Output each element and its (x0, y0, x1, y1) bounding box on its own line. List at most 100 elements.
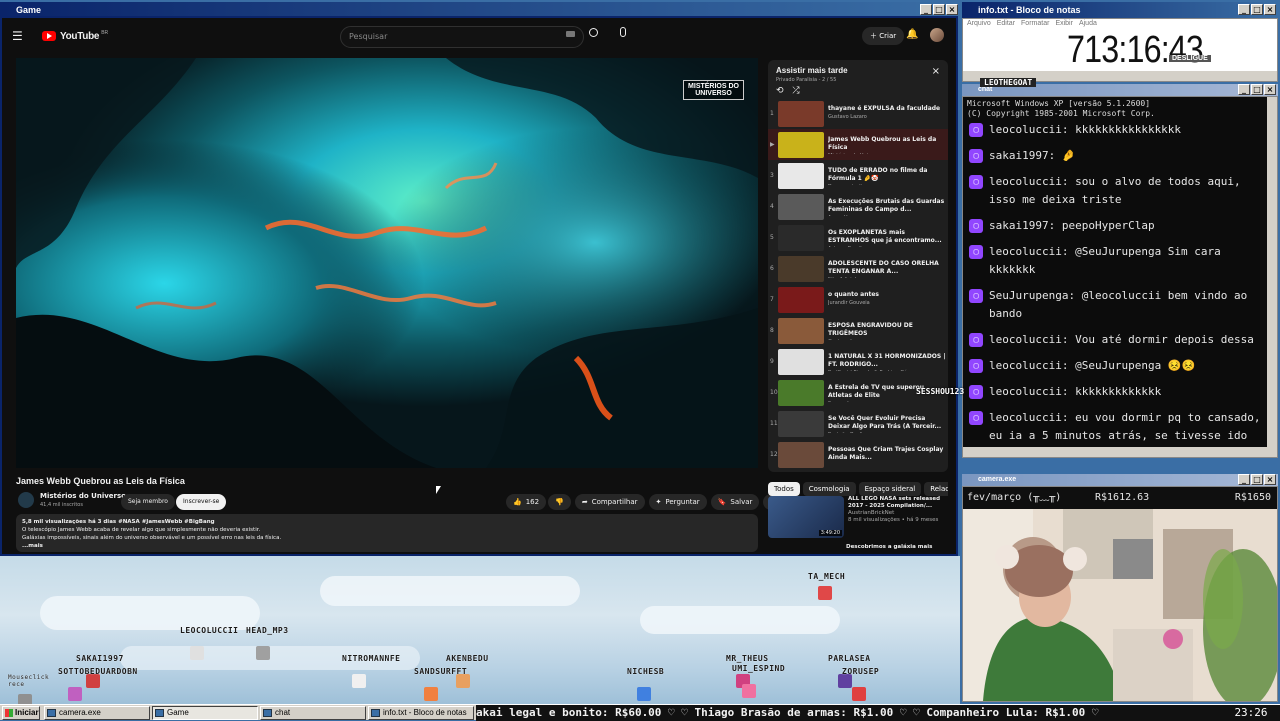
notepad-close-button[interactable]: × (1264, 4, 1276, 15)
playlist-item-channel: Jurandir Gouveia (828, 299, 870, 306)
dislike-button[interactable]: 👎 (548, 494, 571, 510)
notepad-titlebar[interactable]: info.txt - Bloco de notas _ □ × (962, 2, 1278, 18)
game-player-name: LEOCOLUCCII (180, 626, 239, 635)
notepad-menu-item[interactable]: Arquivo (967, 20, 991, 27)
camera-close-button[interactable]: × (1264, 474, 1276, 485)
taskbar-task[interactable]: Game (152, 706, 258, 720)
playlist-item-thumbnail[interactable] (778, 224, 824, 251)
maximize-button[interactable]: □ (933, 4, 945, 15)
chat-minimize-button[interactable]: _ (1238, 84, 1250, 95)
game-player-sprite (190, 646, 204, 660)
game-player-sprite (86, 674, 100, 688)
close-playlist-icon[interactable]: × (932, 66, 940, 77)
channel-name[interactable]: Mistérios do Universo (40, 492, 126, 500)
stream-game-area: TA_MECH LEOCOLUCCII HEAD_MP3 SAKAI1997 SOTTO… (0, 556, 960, 704)
notepad-maximize-button[interactable]: □ (1251, 4, 1263, 15)
save-button[interactable]: 🔖 Salvar (710, 494, 760, 510)
filter-chip[interactable]: Espaço sideral (858, 482, 922, 496)
taskbar-task[interactable]: camera.exe (44, 706, 150, 720)
playlist-item-thumbnail[interactable] (778, 379, 824, 406)
camera-titlebar[interactable]: camera.exe _ □ × (962, 474, 1278, 486)
notepad-menu-item[interactable]: Editar (997, 20, 1015, 27)
join-button[interactable]: Seja membro (121, 494, 175, 510)
notepad-minimize-button[interactable]: _ (1238, 4, 1250, 15)
search-input[interactable]: Pesquisar (340, 26, 584, 48)
youtube-brand[interactable]: YouTube (60, 31, 100, 42)
bell-icon[interactable]: 🔔 (906, 29, 918, 40)
playlist-item-thumbnail[interactable] (778, 193, 824, 220)
share-label: Compartilhar (591, 498, 638, 506)
avatar[interactable] (930, 28, 944, 42)
video-player[interactable]: MISTÉRIOS DO UNIVERSO (16, 58, 758, 468)
notepad-menu-item[interactable]: Formatar (1021, 20, 1049, 27)
playlist-item-thumbnail[interactable] (778, 100, 824, 127)
playlist-item[interactable]: 1 thayane é EXPULSA da faculdade Gustavo L… (768, 98, 948, 129)
chat-message-text: leocoluccii: eu vou dormir pq to cansado… (989, 411, 1261, 441)
chat-hscrollbar[interactable] (963, 447, 1277, 457)
playlist-item-thumbnail[interactable] (778, 348, 824, 375)
notepad-menu-item[interactable]: Ajuda (1079, 20, 1097, 27)
playlist-item[interactable]: 6 ADOLESCENTE DO CASO ORELHA TENTA ENGANA… (768, 253, 948, 284)
playlist-item[interactable]: 9 1 NATURAL X 31 HORMONIZADOS | FT. RODRI… (768, 346, 948, 377)
playlist-item-text: 1 NATURAL X 31 HORMONIZADOS | FT. RODRIG… (828, 353, 948, 371)
camera-minimize-button[interactable]: _ (1238, 474, 1250, 485)
playlist-item-channel: Ago e Horrors (828, 214, 948, 216)
playlist-item-thumbnail[interactable] (778, 441, 824, 468)
camera-maximize-button[interactable]: □ (1251, 474, 1263, 485)
playlist-item-text: Os EXOPLANETAS mais ESTRANHOS que já enc… (828, 229, 948, 247)
like-button[interactable]: 👍 162 (506, 494, 547, 510)
playlist-item-thumbnail[interactable] (778, 162, 824, 189)
playlist-item-channel: Documentaril (828, 183, 948, 185)
youtube-logo-icon[interactable] (42, 31, 56, 41)
rec-thumbnail[interactable]: 3:49:20 (768, 496, 844, 538)
bookmark-icon: 🔖 (717, 498, 727, 506)
playlist-item-thumbnail[interactable] (778, 255, 824, 282)
search-icon[interactable] (589, 28, 598, 37)
playlist-item[interactable]: 5 Os EXOPLANETAS mais ESTRANHOS que já en… (768, 222, 948, 253)
minimize-button[interactable]: _ (920, 4, 932, 15)
playlist-item[interactable]: 12 Pessoas Que Criam Trajes Cosplay Ainda… (768, 439, 948, 470)
chat-message-text: SeuJurupenga: @leocoluccii bem vindo ao … (989, 289, 1248, 320)
filter-chip[interactable]: Cosmologia (802, 482, 856, 496)
thumbs-up-icon: 👍 (513, 498, 522, 506)
shuffle-icon[interactable]: ⤮ (792, 86, 799, 96)
taskbar-task[interactable]: chat (260, 706, 366, 720)
close-button[interactable]: × (946, 4, 958, 15)
notepad-menu-item[interactable]: Exibir (1055, 20, 1073, 27)
keyboard-icon[interactable] (566, 31, 575, 37)
windows-logo-icon (5, 709, 13, 717)
filter-chip[interactable]: Todos (768, 482, 800, 496)
share-button[interactable]: ➦ Compartilhar (574, 494, 645, 510)
playlist-item[interactable]: ▶ James Webb Quebrou as Leis da FísicaMis… (768, 129, 948, 160)
playlist-item-channel: Spremol (828, 400, 948, 402)
more-link[interactable]: ...mais (22, 542, 752, 550)
create-button[interactable]: ＋ Criar (862, 27, 905, 45)
loop-icon[interactable]: ⟲ (776, 86, 784, 96)
playlist-item-thumbnail[interactable] (778, 131, 824, 158)
start-button[interactable]: Iniciar (2, 706, 40, 720)
recommendation-card[interactable]: 3:49:20 ALL LEGO NASA sets released 2017… (768, 496, 948, 538)
game-player-sprite (852, 687, 866, 701)
playlist-item-thumbnail[interactable] (778, 286, 824, 313)
playlist-item-thumbnail[interactable] (778, 410, 824, 437)
chat-message-text: leocoluccii: sou o alvo de todos aqui, i… (989, 175, 1241, 206)
playlist-item[interactable]: 8 ESPOSA ENGRAVIDOU DE TRIGÊMEOSGustavo L… (768, 315, 948, 346)
playlist-item[interactable]: 11 Se Você Quer Evoluir Precisa Deixar Al… (768, 408, 948, 439)
chat-scrollbar[interactable] (1267, 97, 1277, 457)
menu-icon[interactable]: ☰ (12, 29, 34, 43)
playlist-item[interactable]: 3 TUDO de ERRADO no filme da Fórmula 1 🤌🤡… (768, 160, 948, 191)
description-box[interactable]: 5,8 mil visualizações há 3 dias #NASA #J… (16, 514, 758, 552)
ask-button[interactable]: ✦ Perguntar (648, 494, 707, 510)
youtube-window: ☰ YouTube BR Pesquisar ＋ Criar 🔔 MISTÉRI… (0, 16, 958, 556)
chat-messages: ▢ leocoluccii: kkkkkkkkkkkkkkkk ▢ sakai1997… (963, 121, 1277, 441)
taskbar-task[interactable]: info.txt - Bloco de notas (368, 706, 474, 720)
mic-icon[interactable] (620, 27, 626, 37)
playlist-item[interactable]: 7 o quanto antes Jurandir Gouveia (768, 284, 948, 315)
channel-avatar[interactable] (18, 492, 34, 508)
filter-chip[interactable]: Relac (924, 482, 948, 496)
chat-close-button[interactable]: × (1264, 84, 1276, 95)
subscribe-button[interactable]: Inscrever-se (176, 494, 227, 510)
playlist-item[interactable]: 4 As Execuções Brutais das Guardas Femini… (768, 191, 948, 222)
playlist-item-thumbnail[interactable] (778, 317, 824, 344)
chat-maximize-button[interactable]: □ (1251, 84, 1263, 95)
